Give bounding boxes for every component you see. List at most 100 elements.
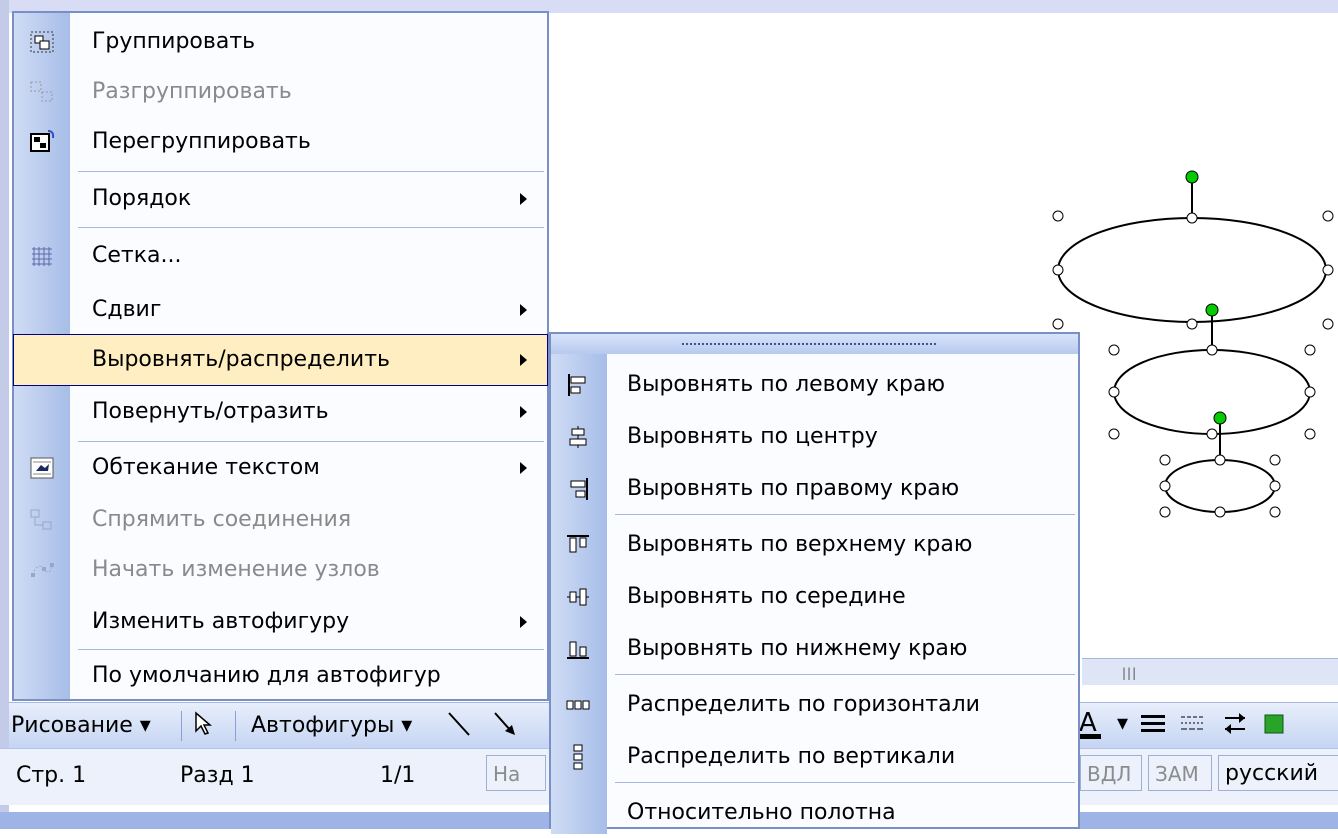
line-style-icon[interactable] [1139, 711, 1167, 741]
draw-context-menu: Группировать Разгруппировать Перегруппир… [12, 11, 549, 701]
menu-item-reroute-connectors[interactable]: Спрямить соединения [14, 495, 547, 545]
arrow-tool-icon[interactable] [491, 709, 519, 745]
status-ovr[interactable]: ЗАМ [1148, 755, 1212, 791]
menu-item-autoshape-defaults[interactable]: По умолчанию для автофигур [14, 651, 547, 701]
menu-item-label: Группировать [92, 29, 256, 54]
menu-item-edit-points[interactable]: Начать изменение узлов [14, 545, 547, 595]
submenu-arrow-icon [520, 193, 527, 205]
drawing-menu-button[interactable]: Рисование ▾ [11, 713, 151, 738]
submenu-item-align-top[interactable]: Выровнять по верхнему краю [551, 518, 1078, 570]
text-wrap-icon [28, 455, 56, 481]
menu-item-regroup[interactable]: Перегруппировать [14, 117, 547, 167]
align-right-icon [565, 476, 591, 502]
menu-item-label: Повернуть/отразить [92, 399, 329, 424]
arrow-style-icon[interactable] [1221, 709, 1249, 743]
submenu-item-align-bottom[interactable]: Выровнять по нижнему краю [551, 622, 1078, 674]
menu-item-grid[interactable]: Сетка... [14, 231, 547, 281]
submenu-item-label: Выровнять по нижнему краю [627, 636, 968, 661]
submenu-item-relative-to-canvas[interactable]: Относительно полотна [551, 786, 1078, 838]
submenu-item-label: Выровнять по середине [627, 584, 906, 609]
align-middle-icon [565, 584, 591, 610]
submenu-arrow-icon [520, 462, 527, 474]
dash-style-icon[interactable] [1179, 711, 1207, 741]
submenu-item-align-middle[interactable]: Выровнять по середине [551, 570, 1078, 622]
submenu-arrow-icon [520, 616, 527, 628]
submenu-item-label: Распределить по вертикали [627, 744, 956, 769]
shadow-style-icon[interactable] [1261, 711, 1287, 743]
menu-item-label: Перегруппировать [92, 129, 311, 154]
menu-item-label: По умолчанию для автофигур [92, 663, 441, 688]
submenu-separator [615, 674, 1075, 675]
submenu-drag-grip[interactable] [551, 334, 1078, 354]
reroute-connectors-icon [28, 507, 56, 533]
oval-large[interactable] [1052, 170, 1334, 330]
selected-ovals[interactable] [1040, 160, 1338, 530]
submenu-item-label: Выровнять по верхнему краю [627, 532, 973, 557]
select-objects-icon[interactable] [192, 711, 214, 743]
align-bottom-icon [565, 636, 591, 662]
status-section: Разд 1 [180, 763, 255, 788]
submenu-item-label: Выровнять по правому краю [627, 476, 960, 501]
menu-item-label: Сдвиг [92, 297, 162, 322]
menu-item-text-wrapping[interactable]: Обтекание текстом [14, 443, 547, 493]
status-language[interactable]: русский [1218, 755, 1338, 791]
align-top-icon [565, 532, 591, 558]
scroll-grip-icon: ||| [1122, 666, 1138, 680]
submenu-item-distribute-horizontal[interactable]: Распределить по горизонтали [551, 678, 1078, 730]
submenu-separator [615, 782, 1075, 783]
submenu-arrow-icon [520, 354, 527, 366]
status-ext[interactable]: ВДЛ [1080, 755, 1142, 791]
edit-points-icon [28, 557, 56, 583]
status-pages: 1/1 [380, 763, 416, 788]
menu-separator [78, 649, 544, 650]
menu-item-label: Сетка... [92, 243, 182, 268]
oval-medium[interactable] [1108, 303, 1316, 440]
menu-item-label: Порядок [92, 186, 192, 211]
submenu-item-align-center[interactable]: Выровнять по центру [551, 410, 1078, 462]
menu-item-order[interactable]: Порядок [14, 174, 547, 224]
line-tool-icon[interactable] [445, 709, 473, 745]
menu-item-label: Спрямить соединения [92, 507, 352, 532]
align-distribute-submenu: Выровнять по левому краю Выровнять по це… [549, 332, 1080, 834]
menu-item-group[interactable]: Группировать [14, 17, 547, 67]
rotate-handle [1213, 411, 1227, 425]
svg-text:A: A [1079, 708, 1097, 738]
horizontal-scrollbar[interactable]: ||| [1082, 658, 1338, 685]
align-left-icon [565, 372, 591, 398]
submenu-item-align-left[interactable]: Выровнять по левому краю [551, 358, 1078, 410]
submenu-item-label: Относительно полотна [627, 800, 896, 825]
menu-item-label: Разгруппировать [92, 79, 292, 104]
menu-item-label: Выровнять/распределить [92, 347, 390, 372]
menu-item-change-autoshape[interactable]: Изменить автофигуру [14, 597, 547, 647]
regroup-icon [28, 129, 56, 155]
toolbar-separator [235, 711, 236, 741]
menu-item-rotate-flip[interactable]: Повернуть/отразить [14, 387, 547, 437]
group-icon [28, 29, 56, 55]
submenu-item-label: Выровнять по левому краю [627, 372, 945, 397]
submenu-arrow-icon [520, 406, 527, 418]
menu-separator [78, 171, 544, 172]
distribute-horizontal-icon [565, 692, 591, 718]
autoshapes-menu-button[interactable]: Автофигуры ▾ [251, 713, 412, 738]
menu-separator [78, 441, 544, 442]
submenu-item-align-right[interactable]: Выровнять по правому краю [551, 462, 1078, 514]
submenu-item-distribute-vertical[interactable]: Распределить по вертикали [551, 730, 1078, 782]
font-color-icon[interactable]: A [1077, 707, 1111, 747]
ungroup-icon [28, 79, 56, 105]
submenu-item-label: Выровнять по центру [627, 424, 878, 449]
status-at: На [486, 755, 546, 791]
menu-item-label: Изменить автофигуру [92, 609, 350, 634]
toolbar-separator [181, 711, 182, 741]
align-center-icon [565, 424, 591, 450]
menu-item-align-distribute[interactable]: Выровнять/распределить [13, 334, 548, 386]
menu-item-nudge[interactable]: Сдвиг [14, 285, 547, 335]
font-color-dropdown-icon[interactable]: ▾ [1117, 711, 1128, 736]
menu-item-label: Обтекание текстом [92, 455, 320, 480]
rotate-handle [1185, 170, 1199, 184]
distribute-vertical-icon [565, 744, 591, 770]
menu-item-ungroup[interactable]: Разгруппировать [14, 67, 547, 117]
grid-icon [28, 243, 56, 269]
status-page: Стр. 1 [16, 763, 87, 788]
menu-separator [78, 227, 544, 228]
menu-item-label: Начать изменение узлов [92, 557, 380, 582]
